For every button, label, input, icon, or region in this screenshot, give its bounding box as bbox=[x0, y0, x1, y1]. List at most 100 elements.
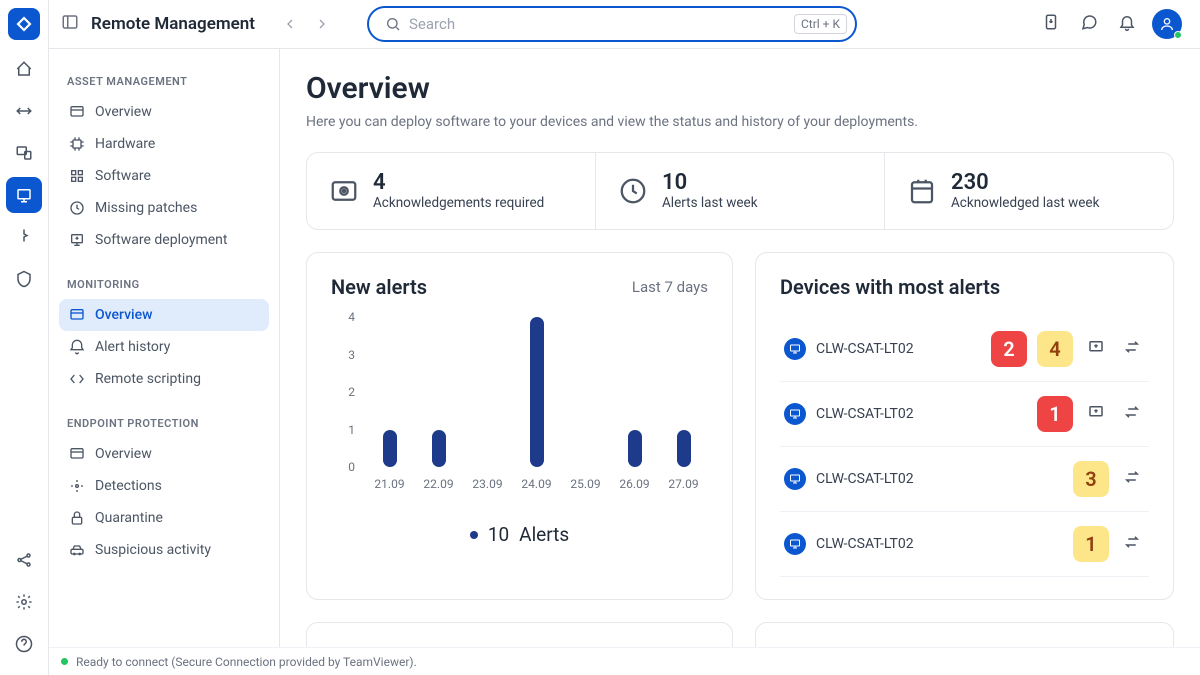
sidebar-item-label: Overview bbox=[95, 446, 152, 462]
car-icon bbox=[69, 542, 85, 558]
status-text: Ready to connect (Secure Connection prov… bbox=[76, 655, 417, 669]
rail-help-icon[interactable] bbox=[6, 626, 42, 662]
download-icon[interactable] bbox=[1038, 9, 1064, 39]
search-input[interactable] bbox=[409, 15, 794, 33]
device-row: CLW-CSAT-LT0224 bbox=[780, 317, 1149, 382]
sidebar-group-label: ASSET MANAGEMENT bbox=[59, 69, 269, 96]
main-content: Overview Here you can deploy software to… bbox=[280, 49, 1200, 675]
rail-share-icon[interactable] bbox=[6, 542, 42, 578]
rail-remote-management-icon[interactable] bbox=[6, 177, 42, 213]
rail-security-icon[interactable] bbox=[6, 261, 42, 297]
sidebar-item-suspicious-activity[interactable]: Suspicious activity bbox=[59, 534, 269, 566]
sidebar-item-remote-scripting[interactable]: Remote scripting bbox=[59, 363, 269, 395]
sidebar-item-hardware[interactable]: Hardware bbox=[59, 128, 269, 160]
stat-label: Acknowledged last week bbox=[951, 195, 1099, 211]
lock-icon bbox=[69, 510, 85, 526]
page-title: Remote Management bbox=[91, 14, 255, 34]
x-label: 26.09 bbox=[612, 477, 658, 491]
share-screen-icon[interactable] bbox=[1083, 399, 1109, 429]
alert-badge-warning: 3 bbox=[1073, 461, 1109, 497]
legend-count: 10 bbox=[488, 523, 509, 546]
top-bar: Remote Management Ctrl + K bbox=[49, 0, 1200, 49]
sidebar-item-software-deployment[interactable]: Software deployment bbox=[59, 224, 269, 256]
rail-home-icon[interactable] bbox=[6, 51, 42, 87]
stat-icon bbox=[618, 176, 648, 206]
monitor-icon bbox=[784, 533, 806, 555]
new-alerts-title: New alerts bbox=[331, 275, 427, 299]
search-field[interactable]: Ctrl + K bbox=[367, 6, 857, 42]
swap-icon[interactable] bbox=[1119, 399, 1145, 429]
sidebar-item-overview[interactable]: Overview bbox=[59, 438, 269, 470]
dashboard-icon bbox=[69, 104, 85, 120]
x-label: 22.09 bbox=[416, 477, 462, 491]
new-alerts-range: Last 7 days bbox=[632, 278, 708, 296]
script-icon bbox=[69, 371, 85, 387]
stat-label: Alerts last week bbox=[662, 195, 758, 211]
x-label: 25.09 bbox=[563, 477, 609, 491]
y-tick: 4 bbox=[348, 310, 355, 324]
sidebar-item-label: Alert history bbox=[95, 339, 170, 355]
chat-icon[interactable] bbox=[1076, 9, 1102, 39]
swap-icon[interactable] bbox=[1119, 529, 1145, 559]
sidebar-item-overview[interactable]: Overview bbox=[59, 299, 269, 331]
alert-icon bbox=[69, 339, 85, 355]
sidebar-item-missing-patches[interactable]: Missing patches bbox=[59, 192, 269, 224]
stat-card: 230Acknowledged last week bbox=[884, 153, 1173, 229]
status-dot-icon bbox=[61, 658, 68, 665]
bell-icon[interactable] bbox=[1114, 9, 1140, 39]
sidebar-item-label: Overview bbox=[95, 307, 152, 323]
deploy-icon bbox=[69, 232, 85, 248]
status-bar: Ready to connect (Secure Connection prov… bbox=[49, 647, 1200, 675]
stat-value: 10 bbox=[662, 171, 758, 195]
sidebar-item-label: Software bbox=[95, 168, 151, 184]
nav-back-icon[interactable] bbox=[277, 11, 303, 37]
app-logo-icon[interactable] bbox=[8, 8, 40, 40]
rail-devices-icon[interactable] bbox=[6, 135, 42, 171]
sidebar-item-label: Software deployment bbox=[95, 232, 228, 248]
rail-workflow-icon[interactable] bbox=[6, 219, 42, 255]
stat-value: 230 bbox=[951, 171, 1099, 195]
stat-card: 4Acknowledgements required bbox=[307, 153, 595, 229]
rail-settings-icon[interactable] bbox=[6, 584, 42, 620]
toggle-sidebar-icon[interactable] bbox=[61, 13, 79, 35]
chart-bar bbox=[530, 317, 544, 467]
chart-legend: 10 Alerts bbox=[331, 523, 708, 546]
y-tick: 3 bbox=[348, 348, 355, 362]
chart-bar bbox=[677, 430, 691, 468]
legend-dot-icon bbox=[470, 531, 478, 539]
nav-forward-icon[interactable] bbox=[309, 11, 335, 37]
stat-card: 10Alerts last week bbox=[595, 153, 884, 229]
share-screen-icon[interactable] bbox=[1083, 334, 1109, 364]
alert-badge-critical: 1 bbox=[1037, 396, 1073, 432]
devices-panel: Devices with most alerts CLW-CSAT-LT0224… bbox=[755, 252, 1174, 600]
avatar[interactable] bbox=[1152, 9, 1182, 39]
sidebar-item-detections[interactable]: Detections bbox=[59, 470, 269, 502]
device-name: CLW-CSAT-LT02 bbox=[816, 471, 1063, 487]
y-tick: 0 bbox=[348, 460, 355, 474]
stat-value: 4 bbox=[373, 171, 544, 195]
sidebar-item-alert-history[interactable]: Alert history bbox=[59, 331, 269, 363]
monitor-icon bbox=[784, 468, 806, 490]
chart-bar bbox=[383, 430, 397, 468]
sidebar-item-label: Quarantine bbox=[95, 510, 163, 526]
overview-subtitle: Here you can deploy software to your dev… bbox=[306, 114, 1174, 130]
swap-icon[interactable] bbox=[1119, 334, 1145, 364]
chart-bar bbox=[628, 430, 642, 468]
x-label: 24.09 bbox=[514, 477, 560, 491]
swap-icon[interactable] bbox=[1119, 464, 1145, 494]
stat-icon bbox=[329, 176, 359, 206]
alert-badge-warning: 1 bbox=[1073, 526, 1109, 562]
monitor-icon bbox=[784, 403, 806, 425]
sidebar-group-label: MONITORING bbox=[59, 272, 269, 299]
device-row: CLW-CSAT-LT02 3 bbox=[780, 447, 1149, 512]
sidebar-item-software[interactable]: Software bbox=[59, 160, 269, 192]
grid-icon bbox=[69, 168, 85, 184]
search-kbd-hint: Ctrl + K bbox=[794, 14, 847, 34]
sidebar-item-quarantine[interactable]: Quarantine bbox=[59, 502, 269, 534]
sidebar-item-label: Missing patches bbox=[95, 200, 197, 216]
nav-rail bbox=[0, 0, 49, 675]
rail-transfer-icon[interactable] bbox=[6, 93, 42, 129]
device-name: CLW-CSAT-LT02 bbox=[816, 406, 1027, 422]
alert-badge-warning: 4 bbox=[1037, 331, 1073, 367]
sidebar-item-overview[interactable]: Overview bbox=[59, 96, 269, 128]
